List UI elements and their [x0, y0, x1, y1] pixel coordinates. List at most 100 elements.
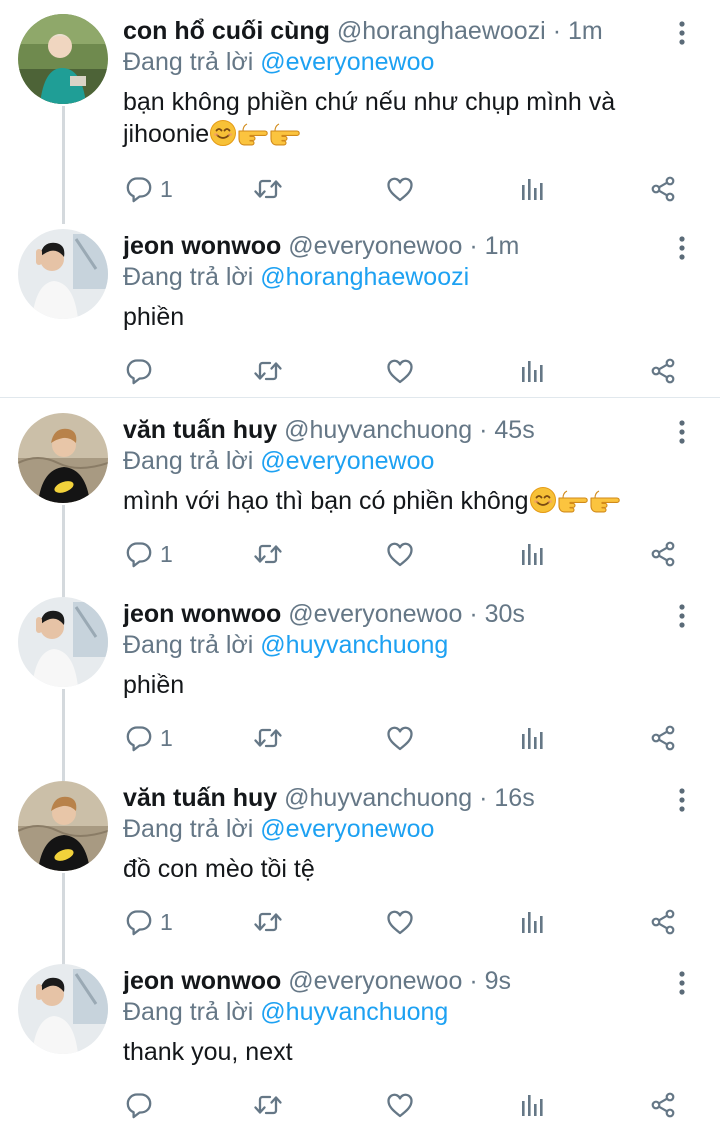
replying-to: Đang trả lời @everyonewoo: [123, 445, 434, 477]
replying-to: Đang trả lời @huyvanchuong: [123, 629, 448, 661]
heart-icon: [385, 539, 415, 569]
display-name[interactable]: con hổ cuối cùng: [123, 17, 330, 45]
reply-count: 1: [160, 175, 173, 202]
replying-to: Đang trả lời @everyonewoo: [123, 813, 434, 845]
tweet-actions: [0, 354, 720, 388]
more-options-icon[interactable]: [670, 603, 694, 629]
reply-button[interactable]: 1: [124, 537, 173, 571]
more-options-icon[interactable]: [670, 787, 694, 813]
mention-link[interactable]: @everyonewoo: [260, 447, 434, 475]
reply-button[interactable]: 1: [124, 172, 173, 206]
like-button[interactable]: [385, 905, 415, 939]
avatar[interactable]: [18, 413, 108, 503]
share-button[interactable]: [648, 905, 678, 939]
replying-to: Đang trả lời @everyonewoo: [123, 46, 434, 78]
like-button[interactable]: [385, 354, 415, 388]
share-icon: [648, 174, 678, 204]
tweet-text-line: phiền: [123, 303, 185, 331]
avatar[interactable]: [18, 229, 108, 319]
reply-button[interactable]: [124, 354, 154, 388]
like-button[interactable]: [385, 721, 415, 755]
analytics-button[interactable]: [518, 354, 546, 388]
avatar[interactable]: [18, 14, 108, 104]
mention-link[interactable]: @horanghaewoozi: [260, 263, 469, 291]
user-handle[interactable]: @horanghaewoozi: [337, 17, 546, 45]
analytics-button[interactable]: [518, 537, 546, 571]
analytics-icon: [518, 907, 546, 937]
like-button[interactable]: [385, 537, 415, 571]
user-handle[interactable]: @everyonewoo: [288, 600, 462, 628]
analytics-icon: [518, 174, 546, 204]
retweet-button[interactable]: [252, 537, 284, 571]
user-handle[interactable]: @huyvanchuong: [284, 784, 472, 812]
timestamp[interactable]: 9s: [485, 967, 511, 995]
retweet-button[interactable]: [252, 172, 284, 206]
timestamp[interactable]: 1m: [485, 232, 520, 260]
mention-link[interactable]: @huyvanchuong: [260, 998, 448, 1026]
replying-to-label: Đang trả lời: [123, 263, 254, 291]
like-button[interactable]: [385, 1088, 415, 1122]
share-button[interactable]: [648, 721, 678, 755]
display-name[interactable]: jeon wonwoo: [123, 600, 281, 628]
emoji-group: [209, 120, 301, 148]
reply-count: 1: [160, 724, 173, 751]
tweet-text-line: phiền: [123, 671, 185, 699]
share-button[interactable]: [648, 1088, 678, 1122]
analytics-button[interactable]: [518, 172, 546, 206]
mention-link[interactable]: @huyvanchuong: [260, 631, 448, 659]
replying-to-label: Đang trả lời: [123, 447, 254, 475]
more-options-icon[interactable]: [670, 970, 694, 996]
share-button[interactable]: [648, 172, 678, 206]
timestamp[interactable]: 45s: [494, 416, 534, 444]
display-name[interactable]: jeon wonwoo: [123, 232, 281, 260]
avatar[interactable]: [18, 597, 108, 687]
reply-button[interactable]: 1: [124, 721, 173, 755]
timestamp[interactable]: 30s: [485, 600, 525, 628]
display-name[interactable]: jeon wonwoo: [123, 967, 281, 995]
analytics-icon: [518, 539, 546, 569]
pointing-hand-icon: [237, 119, 269, 155]
replying-to-label: Đang trả lời: [123, 815, 254, 843]
reply-icon: [124, 907, 154, 937]
tweet-text-segment: jihoonie: [123, 120, 210, 148]
thread-divider: [0, 397, 720, 398]
share-button[interactable]: [648, 354, 678, 388]
mention-link[interactable]: @everyonewoo: [260, 815, 434, 843]
retweet-button[interactable]: [252, 1088, 284, 1122]
retweet-button[interactable]: [252, 721, 284, 755]
retweet-icon: [252, 1090, 284, 1120]
reply-count: 1: [160, 908, 173, 935]
tweet-header: jeon wonwoo @everyonewoo · 1m: [123, 229, 660, 263]
more-options-icon[interactable]: [670, 235, 694, 261]
analytics-button[interactable]: [518, 721, 546, 755]
emoji-group: [529, 487, 621, 515]
reply-thread-feed: con hổ cuối cùng @horanghaewoozi · 1m Đa…: [0, 0, 720, 1124]
tweet-header: jeon wonwoo @everyonewoo · 30s: [123, 597, 660, 631]
more-options-icon[interactable]: [670, 20, 694, 46]
avatar[interactable]: [18, 964, 108, 1054]
retweet-button[interactable]: [252, 354, 284, 388]
analytics-button[interactable]: [518, 1088, 546, 1122]
like-button[interactable]: [385, 172, 415, 206]
reply-icon: [124, 356, 154, 386]
reply-button[interactable]: 1: [124, 905, 173, 939]
timestamp[interactable]: 16s: [494, 784, 534, 812]
avatar[interactable]: [18, 781, 108, 871]
user-handle[interactable]: @everyonewoo: [288, 967, 462, 995]
replying-to-label: Đang trả lời: [123, 631, 254, 659]
display-name[interactable]: văn tuấn huy: [123, 784, 277, 812]
more-options-icon[interactable]: [670, 419, 694, 445]
display-name[interactable]: văn tuấn huy: [123, 416, 277, 444]
analytics-button[interactable]: [518, 905, 546, 939]
tweet-header: văn tuấn huy @huyvanchuong · 45s: [123, 413, 660, 447]
user-handle[interactable]: @everyonewoo: [288, 232, 462, 260]
user-handle[interactable]: @huyvanchuong: [284, 416, 472, 444]
mention-link[interactable]: @everyonewoo: [260, 48, 434, 76]
share-icon: [648, 356, 678, 386]
separator-dot: ·: [469, 967, 478, 995]
reply-button[interactable]: [124, 1088, 154, 1122]
retweet-button[interactable]: [252, 905, 284, 939]
replying-to: Đang trả lời @huyvanchuong: [123, 996, 448, 1028]
timestamp[interactable]: 1m: [568, 17, 603, 45]
share-button[interactable]: [648, 537, 678, 571]
